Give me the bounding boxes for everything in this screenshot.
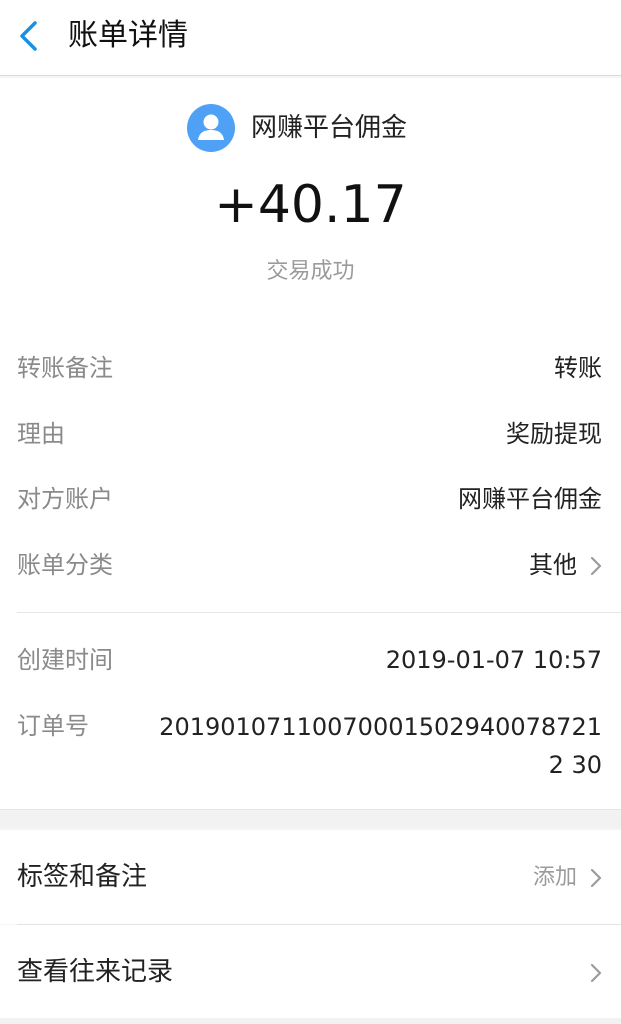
category-value[interactable]: 其他 xyxy=(529,545,577,585)
detail-row-counterparty: 对方账户 网赚平台佣金 xyxy=(0,479,621,519)
detail-label: 转账备注 xyxy=(17,354,113,382)
created-time: 2019-01-07 10:57 xyxy=(385,646,602,674)
history-row[interactable]: 查看往来记录 xyxy=(0,925,621,1019)
bottom-edge xyxy=(0,1018,621,1024)
section-gap xyxy=(0,811,621,828)
tags-notes-label: 标签和备注 xyxy=(17,862,148,892)
bill-detail-card: 网赚平台佣金 +40.17 交易成功 转账备注 转账 理由 奖励提现 对方账户 … xyxy=(0,78,621,810)
detail-label: 订单号 xyxy=(17,712,89,740)
transaction-amount: +40.17 xyxy=(214,175,407,235)
detail-label: 理由 xyxy=(17,420,65,448)
add-tag-link[interactable]: 添加 xyxy=(533,858,577,898)
detail-row-reason: 理由 奖励提现 xyxy=(0,414,621,454)
chevron-right-icon[interactable] xyxy=(589,962,603,984)
top-bar: 账单详情 xyxy=(0,0,621,76)
detail-row-category[interactable]: 账单分类 其他 xyxy=(0,545,621,585)
page-title: 账单详情 xyxy=(68,18,188,53)
payee-name: 网赚平台佣金 xyxy=(251,113,408,143)
order-number: 201901071100700015029400787212 30 xyxy=(159,713,602,779)
back-chevron-icon[interactable] xyxy=(14,18,44,54)
section-divider xyxy=(17,612,621,613)
tags-notes-row[interactable]: 标签和备注 添加 xyxy=(0,830,621,924)
detail-label: 对方账户 xyxy=(17,485,113,513)
transaction-status: 交易成功 xyxy=(266,259,355,284)
user-avatar-icon xyxy=(187,104,235,152)
detail-label: 创建时间 xyxy=(17,646,113,674)
history-label: 查看往来记录 xyxy=(17,957,174,987)
chevron-right-icon[interactable] xyxy=(589,555,603,577)
detail-value: 奖励提现 xyxy=(506,420,602,448)
detail-label: 账单分类 xyxy=(17,551,113,579)
detail-value: 网赚平台佣金 xyxy=(458,485,602,513)
chevron-right-icon[interactable] xyxy=(589,867,603,889)
payee-header: 网赚平台佣金 xyxy=(0,102,621,154)
detail-row-created: 创建时间 2019-01-07 10:57 xyxy=(0,640,621,680)
detail-value: 转账 xyxy=(554,354,602,382)
detail-row-remark: 转账备注 转账 xyxy=(0,348,621,388)
